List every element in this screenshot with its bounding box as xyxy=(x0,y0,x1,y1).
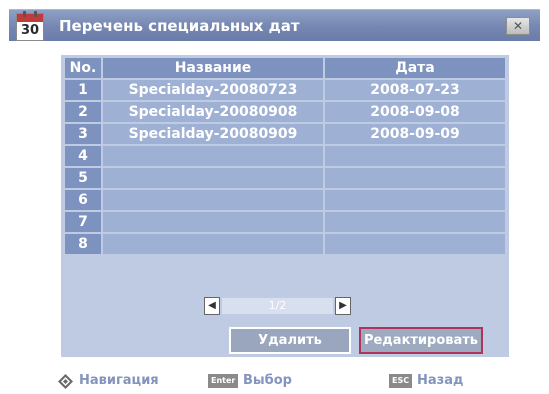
navigation-dpad-icon xyxy=(58,374,73,389)
pager: ◀ 1/2 ▶ xyxy=(204,297,364,317)
enter-hint-label: Выбор xyxy=(243,373,292,388)
page-indicator: 1/2 xyxy=(222,298,333,314)
arrow-left-icon: ◀ xyxy=(208,300,216,311)
close-icon: ✕ xyxy=(512,19,524,33)
table-row[interactable]: 1 Specialday-20080723 2008-07-23 xyxy=(65,80,505,100)
row-number: 7 xyxy=(65,212,101,232)
row-date xyxy=(325,234,505,254)
main-area: No. Название Дата 1 Specialday-20080723 … xyxy=(9,41,540,369)
row-name: Specialday-20080909 xyxy=(103,124,323,144)
table-header: No. Название Дата xyxy=(65,58,505,78)
row-date xyxy=(325,190,505,210)
calendar-icon: 30 xyxy=(16,11,44,41)
table-row[interactable]: 8 xyxy=(65,234,505,254)
row-date xyxy=(325,212,505,232)
window-title: Перечень специальных дат xyxy=(59,17,300,35)
footer-hints: Навигация Enter Выбор ESC Назад xyxy=(0,369,549,394)
page-prev-button[interactable]: ◀ xyxy=(204,297,220,315)
top-strip xyxy=(0,0,549,8)
close-button[interactable]: ✕ xyxy=(506,17,530,35)
row-number: 1 xyxy=(65,80,101,100)
row-date: 2008-09-09 xyxy=(325,124,505,144)
delete-button[interactable]: Удалить xyxy=(229,327,351,354)
title-bar: 30 Перечень специальных дат ✕ xyxy=(9,9,540,41)
row-name: Specialday-20080908 xyxy=(103,102,323,122)
row-name: Specialday-20080723 xyxy=(103,80,323,100)
arrow-right-icon: ▶ xyxy=(339,300,347,311)
row-number: 6 xyxy=(65,190,101,210)
row-date xyxy=(325,168,505,188)
row-number: 4 xyxy=(65,146,101,166)
edit-button[interactable]: Редактировать xyxy=(359,327,483,354)
row-number: 2 xyxy=(65,102,101,122)
row-name xyxy=(103,146,323,166)
row-number: 5 xyxy=(65,168,101,188)
nav-hint-label: Навигация xyxy=(79,373,159,388)
esc-key-badge: ESC xyxy=(389,374,413,388)
table-row[interactable]: 5 xyxy=(65,168,505,188)
row-name xyxy=(103,190,323,210)
special-dates-screen: 30 Перечень специальных дат ✕ No. Назван… xyxy=(0,0,549,394)
row-date xyxy=(325,146,505,166)
table-row[interactable]: 4 xyxy=(65,146,505,166)
row-name xyxy=(103,168,323,188)
calendar-day: 30 xyxy=(20,23,40,38)
table-row[interactable]: 6 xyxy=(65,190,505,210)
enter-key-badge: Enter xyxy=(208,374,239,388)
row-date: 2008-09-08 xyxy=(325,102,505,122)
row-name xyxy=(103,234,323,254)
special-dates-panel: No. Название Дата 1 Specialday-20080723 … xyxy=(61,55,509,357)
esc-hint-label: Назад xyxy=(417,373,464,388)
row-name xyxy=(103,212,323,232)
table-row[interactable]: 3 Specialday-20080909 2008-09-09 xyxy=(65,124,505,144)
table-row[interactable]: 7 xyxy=(65,212,505,232)
row-number: 8 xyxy=(65,234,101,254)
page-next-button[interactable]: ▶ xyxy=(335,297,351,315)
row-date: 2008-07-23 xyxy=(325,80,505,100)
column-header-date: Дата xyxy=(325,58,505,78)
column-header-no: No. xyxy=(65,58,101,78)
column-header-name: Название xyxy=(103,58,323,78)
row-number: 3 xyxy=(65,124,101,144)
table-row[interactable]: 2 Specialday-20080908 2008-09-08 xyxy=(65,102,505,122)
